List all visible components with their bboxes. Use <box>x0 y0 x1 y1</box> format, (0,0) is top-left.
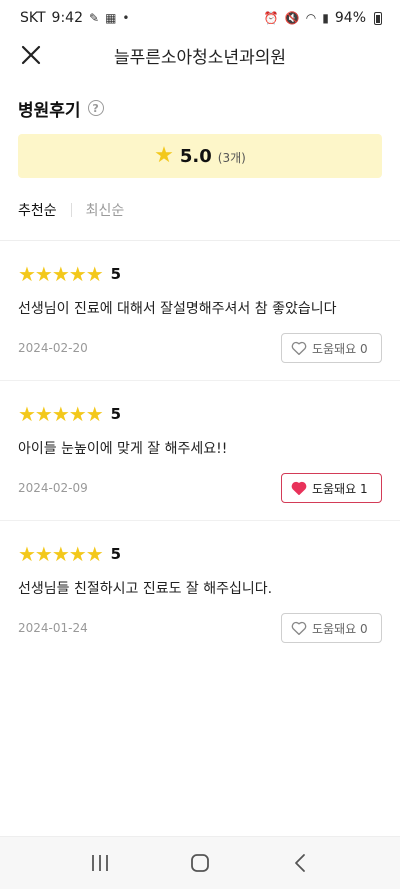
carrier-label: SKT <box>20 10 46 26</box>
star-icon: ★ <box>154 143 174 168</box>
notification-icon: ✎ <box>89 11 100 25</box>
help-icon[interactable]: ? <box>87 100 104 116</box>
review-footer: 2024-02-09 도움돼요 1 <box>18 473 382 503</box>
app-notification-icon: ▦ <box>105 11 117 25</box>
battery-icon <box>374 11 382 25</box>
review-item: ★★★★★ 5 선생님이 진료에 대해서 잘설명해주셔서 참 좋았습니다 202… <box>0 240 400 380</box>
section-title: 병원후기 <box>18 100 81 121</box>
review-date: 2024-02-20 <box>18 341 88 355</box>
status-left: SKT 9:42 ✎ ▦ • <box>20 10 129 26</box>
back-icon <box>295 854 305 872</box>
page-title: 늘푸른소아청소년과의원 <box>113 47 287 68</box>
back-button[interactable] <box>280 843 320 883</box>
review-footer: 2024-02-20 도움돼요 0 <box>18 333 382 363</box>
heart-outline-icon <box>291 621 307 635</box>
heart-outline-icon <box>291 341 307 355</box>
review-text: 선생님들 친절하시고 진료도 잘 해주십니다. <box>18 581 273 597</box>
review-score: 5 <box>110 545 122 563</box>
signal-icon: ▮ <box>322 11 329 25</box>
rating-stars-icon: ★★★★★ <box>18 542 104 566</box>
average-rating: 5.0 <box>179 145 212 167</box>
helpful-label: 도움돼요 0 <box>312 341 368 356</box>
review-rating: ★★★★★ 5 <box>18 263 382 285</box>
review-item: ★★★★★ 5 아이들 눈높이에 맞게 잘 해주세요!! 2024-02-09 … <box>0 380 400 520</box>
alarm-icon: ⏰ <box>263 11 279 25</box>
rating-summary: ★ 5.0 (3개) <box>18 134 382 178</box>
mute-icon: 🔇 <box>284 11 300 25</box>
clock: 9:42 <box>51 10 83 26</box>
wifi-icon: ◠ <box>305 11 317 25</box>
more-notifications-icon: • <box>122 11 130 25</box>
status-right: ⏰ 🔇 ◠ ▮ 94% <box>264 10 382 26</box>
helpful-button[interactable]: 도움돼요 0 <box>281 333 382 363</box>
reviews-section-header: 병원후기 ? <box>18 96 400 121</box>
app-header: 늘푸른소아청소년과의원 <box>0 36 400 74</box>
battery-percent: 94% <box>334 10 366 26</box>
home-icon <box>191 854 209 872</box>
review-text: 선생님이 진료에 대해서 잘설명해주셔서 참 좋았습니다 <box>18 301 337 317</box>
close-button[interactable] <box>18 42 44 68</box>
sort-divider <box>70 203 72 217</box>
review-rating: ★★★★★ 5 <box>18 543 382 565</box>
review-text: 아이들 눈높이에 맞게 잘 해주세요!! <box>18 441 228 457</box>
review-date: 2024-01-24 <box>18 621 88 635</box>
review-list: ★★★★★ 5 선생님이 진료에 대해서 잘설명해주셔서 참 좋았습니다 202… <box>0 240 400 660</box>
heart-filled-icon <box>291 481 307 495</box>
review-count: (3개) <box>217 150 246 165</box>
review-date: 2024-02-09 <box>18 481 88 495</box>
close-icon <box>21 45 41 65</box>
sort-tabs: 추천순 최신순 <box>18 198 400 222</box>
review-score: 5 <box>110 405 122 423</box>
review-item: ★★★★★ 5 선생님들 친절하시고 진료도 잘 해주십니다. 2024-01-… <box>0 520 400 660</box>
review-score: 5 <box>110 265 122 283</box>
sort-recommended-tab[interactable]: 추천순 <box>18 200 57 220</box>
helpful-button[interactable]: 도움돼요 0 <box>281 613 382 643</box>
home-button[interactable] <box>180 843 220 883</box>
recent-apps-button[interactable] <box>80 843 120 883</box>
helpful-label: 도움돼요 1 <box>312 481 368 496</box>
recent-apps-icon <box>92 855 108 871</box>
review-footer: 2024-01-24 도움돼요 0 <box>18 613 382 643</box>
rating-stars-icon: ★★★★★ <box>18 402 104 426</box>
status-bar: SKT 9:42 ✎ ▦ • ⏰ 🔇 ◠ ▮ 94% <box>0 0 400 36</box>
helpful-label: 도움돼요 0 <box>312 621 368 636</box>
helpful-button-active[interactable]: 도움돼요 1 <box>281 473 382 503</box>
review-rating: ★★★★★ 5 <box>18 403 382 425</box>
system-nav-bar <box>0 836 400 889</box>
sort-latest-tab[interactable]: 최신순 <box>86 200 125 220</box>
rating-stars-icon: ★★★★★ <box>18 262 104 286</box>
